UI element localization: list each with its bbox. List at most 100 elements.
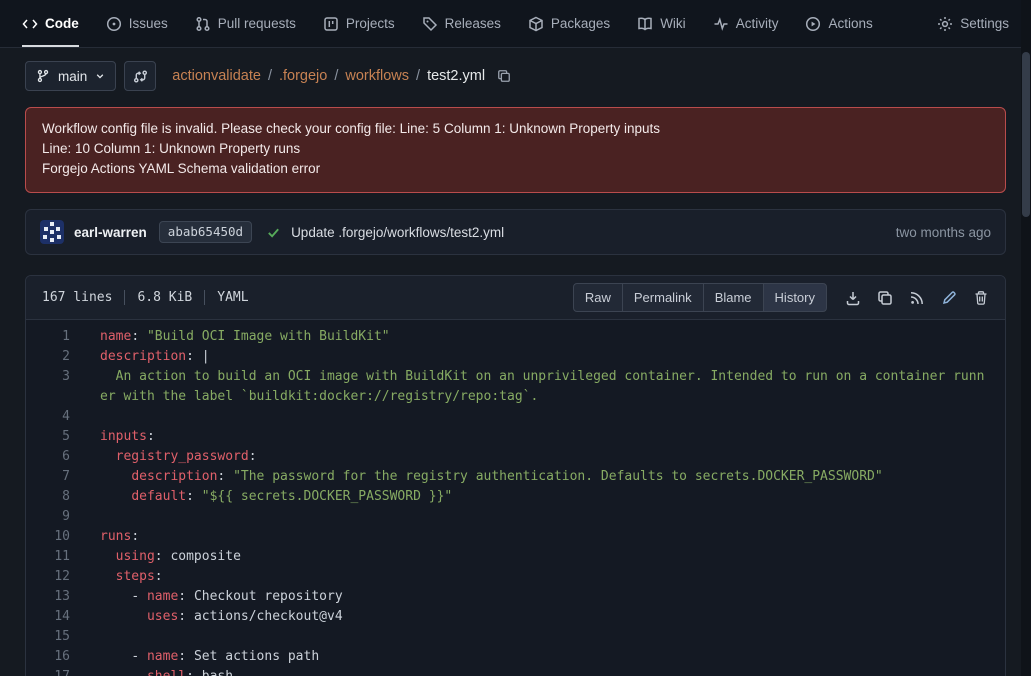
line-number[interactable]: 4 [26,407,80,427]
download-icon [845,290,861,306]
breadcrumb-separator: / [268,68,272,84]
scrollbar-thumb[interactable] [1022,52,1030,217]
project-board-icon [323,16,339,32]
raw-button[interactable]: Raw [573,283,623,312]
pulse-icon [713,16,729,32]
code-text: name: "Build OCI Image with BuildKit" [80,327,1005,347]
history-button[interactable]: History [763,283,827,312]
line-number[interactable]: 2 [26,347,80,367]
repo-bar: main actionvalidate / .forgejo / workflo… [25,61,1006,91]
breadcrumb-dir-forgejo[interactable]: .forgejo [279,68,327,84]
code-text: runs: [80,527,1005,547]
tab-label: Issues [129,16,168,31]
tab-code[interactable]: Code [22,0,79,47]
line-number[interactable]: 8 [26,487,80,507]
tab-label: Projects [346,16,395,31]
tab-issues[interactable]: Issues [106,0,168,47]
commit-message[interactable]: Update .forgejo/workflows/test2.yml [291,225,504,240]
compare-button[interactable] [124,61,156,91]
line-number[interactable]: 10 [26,527,80,547]
check-icon [266,225,281,240]
error-banner: Workflow config file is invalid. Please … [25,107,1006,193]
code-text: - name: Set actions path [80,647,1005,667]
line-number[interactable]: 14 [26,607,80,627]
file-header: 167 lines 6.8 KiB YAML Raw Permalink Bla… [26,276,1005,320]
line-number[interactable]: 13 [26,587,80,607]
git-branch-icon [36,69,50,83]
tab-pull-requests[interactable]: Pull requests [195,0,296,47]
code-line: 9 [26,507,1005,527]
line-number[interactable]: 15 [26,627,80,647]
copy-icon [877,290,893,306]
error-line: Workflow config file is invalid. Please … [42,119,989,139]
line-number[interactable]: 9 [26,507,80,527]
copy-icon [497,69,511,83]
blame-button[interactable]: Blame [703,283,764,312]
play-circle-icon [805,16,821,32]
code-line: 2description: | [26,347,1005,367]
code-text: description: "The password for the regis… [80,467,1005,487]
tab-label: Activity [736,16,779,31]
copy-content-button[interactable] [877,290,893,306]
error-line: Line: 10 Column 1: Unknown Property runs [42,139,989,159]
breadcrumb: actionvalidate / .forgejo / workflows / … [172,68,511,84]
git-compare-icon [133,69,148,84]
breadcrumb-filename: test2.yml [427,68,485,84]
line-number[interactable]: 12 [26,567,80,587]
delete-button[interactable] [973,290,989,306]
scrollbar-track[interactable] [1021,0,1031,676]
avatar[interactable] [40,220,64,244]
tab-wiki[interactable]: Wiki [637,0,686,47]
tab-activity[interactable]: Activity [713,0,779,47]
code-line: 10runs: [26,527,1005,547]
code-line: 5inputs: [26,427,1005,447]
tab-label: Wiki [660,16,686,31]
tab-releases[interactable]: Releases [422,0,501,47]
chevron-down-icon [95,71,105,81]
file-line-count: 167 lines [42,290,112,305]
download-button[interactable] [845,290,861,306]
commit-time: two months ago [896,225,991,240]
code-line: 12 steps: [26,567,1005,587]
tab-label: Settings [960,16,1009,31]
trash-icon [973,290,989,306]
tab-projects[interactable]: Projects [323,0,395,47]
file-size: 6.8 KiB [137,290,192,305]
tab-label: Releases [445,16,501,31]
permalink-button[interactable]: Permalink [622,283,704,312]
line-number[interactable]: 3 [26,367,80,407]
tab-label: Pull requests [218,16,296,31]
code-lines: 1name: "Build OCI Image with BuildKit"2d… [26,320,1005,676]
code-text: description: | [80,347,1005,367]
branch-selector[interactable]: main [25,61,116,91]
tab-actions[interactable]: Actions [805,0,872,47]
file-info: 167 lines 6.8 KiB YAML [42,290,249,305]
code-text: uses: actions/checkout@v4 [80,607,1005,627]
line-number[interactable]: 6 [26,447,80,467]
tab-settings[interactable]: Settings [937,0,1009,47]
commit-author[interactable]: earl-warren [74,225,147,240]
package-icon [528,16,544,32]
rss-button[interactable] [909,290,925,306]
top-nav: Code Issues Pull requests Projects Relea… [0,0,1031,48]
code-text [80,627,1005,647]
line-number[interactable]: 16 [26,647,80,667]
line-number[interactable]: 17 [26,667,80,676]
breadcrumb-repo[interactable]: actionvalidate [172,68,261,84]
tab-packages[interactable]: Packages [528,0,610,47]
line-number[interactable]: 1 [26,327,80,347]
code-line: 15 [26,627,1005,647]
breadcrumb-dir-workflows[interactable]: workflows [345,68,409,84]
line-number[interactable]: 7 [26,467,80,487]
edit-button[interactable] [941,290,957,306]
book-icon [637,16,653,32]
line-number[interactable]: 11 [26,547,80,567]
commit-hash-badge[interactable]: abab65450d [159,221,252,243]
copy-path-button[interactable] [497,69,511,83]
code-text: An action to build an OCI image with Bui… [80,367,1005,407]
code-text: steps: [80,567,1005,587]
code-line: 11 using: composite [26,547,1005,567]
tag-icon [422,16,438,32]
code-text [80,407,1005,427]
line-number[interactable]: 5 [26,427,80,447]
